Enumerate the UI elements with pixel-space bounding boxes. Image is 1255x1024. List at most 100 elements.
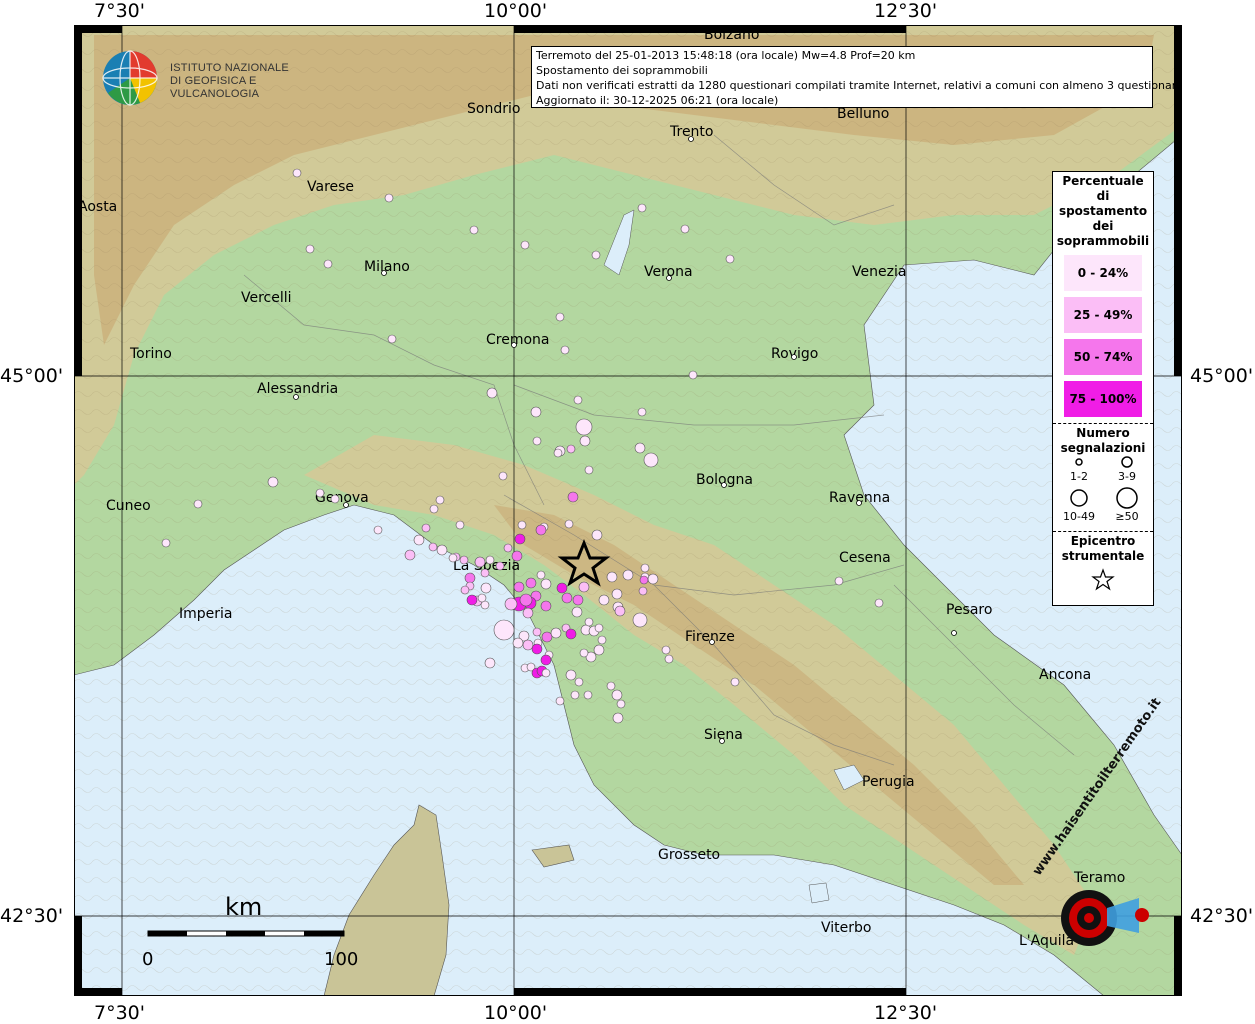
intensity-point [448,553,458,563]
intensity-point [567,491,579,503]
intensity-point [466,594,478,606]
intensity-point [469,225,479,235]
intensity-point [525,577,537,589]
logo-line2: DI GEOFISICA E VULCANOLOGIA [170,75,260,100]
lon-label-west-bottom: 7°30' [94,1002,145,1024]
intensity-point [584,617,594,627]
intensity-point [570,690,580,700]
city-belluno: Belluno [837,106,889,122]
intensity-point [495,561,505,571]
intensity-point [460,585,470,595]
info-line-event: Terremoto del 25-01-2013 15:48:18 (ora l… [536,49,916,62]
intensity-point [540,654,552,666]
intensity-point [571,606,583,618]
intensity-point [480,582,492,594]
intensity-point [579,435,591,447]
intensity-point [323,259,333,269]
intensity-point [606,571,618,583]
intensity-point [664,654,674,664]
legend-size-2: 3-9 [1118,470,1136,483]
intensity-point [725,254,735,264]
intensity-point [193,499,203,509]
city-venezia: Venezia [852,264,906,280]
intensity-point [477,593,487,603]
legend-class-0: 0 - 24% [1064,255,1142,291]
city-torino: Torino [129,346,172,362]
city-cesena: Cesena [839,550,891,566]
intensity-point [611,689,623,701]
intensity-point [161,538,171,548]
info-line-updated: Aggiornato il: 30-12-2025 06:21 (ora loc… [536,94,779,107]
intensity-point [555,312,565,322]
legend-size-symbols: 1-2 3-9 10-49 ≥50 [1063,456,1139,523]
city-milano: Milano [364,259,410,275]
intensity-point [532,436,542,446]
intensity-point [637,407,647,417]
intensity-point [643,452,659,468]
intensity-point [688,370,698,380]
intensity-point [611,588,623,600]
intensity-point [404,549,416,561]
intensity-point [598,594,610,606]
city-varese: Varese [307,179,354,195]
intensity-point [531,643,543,655]
intensity-point [616,699,626,709]
intensity-point [574,677,584,687]
intensity-point [512,637,524,649]
lon-label-east-top: 12°30' [874,0,938,22]
intensity-point [455,520,465,530]
city-pesaro: Pesaro [946,602,992,618]
intensity-point [436,544,448,556]
intensity-point [459,555,469,565]
city-grosseto: Grosseto [658,847,720,863]
intensity-point [484,657,496,669]
intensity-point [474,556,486,568]
intensity-point [565,669,577,681]
intensity-point [535,524,547,536]
intensity-point [530,406,542,418]
scale-unit: km [225,893,262,921]
intensity-point [305,244,315,254]
legend-star-icon [1091,568,1115,591]
intensity-point [522,639,534,651]
intensity-point [384,193,394,203]
intensity-point [330,494,340,504]
intensity-point [532,627,542,637]
intensity-point [493,619,515,641]
lon-label-center-bottom: 10°00' [484,1002,548,1024]
city-perugia: Perugia [862,774,915,790]
intensity-point [639,575,649,585]
intensity-point [637,203,647,213]
legend-class-1: 25 - 49% [1064,297,1142,333]
intensity-point [413,534,425,546]
intensity-point [541,631,553,643]
intensity-point [373,525,383,535]
intensity-point [540,600,552,612]
city-viterbo: Viterbo [821,920,871,936]
city-ancona: Ancona [1039,667,1091,683]
intensity-point [428,542,438,552]
lon-label-west-top: 7°30' [94,0,145,22]
lat-label-45-right: 45°00' [1190,365,1254,387]
intensity-point [640,563,650,573]
intensity-point [597,635,607,645]
intensity-point [572,594,584,606]
intensity-point [606,681,616,691]
city-cuneo: Cuneo [106,498,151,514]
intensity-point [522,607,534,619]
legend-title: Percentuale di spostamento dei soprammob… [1056,174,1150,248]
intensity-point [520,240,530,250]
legend-class-2: 50 - 74% [1064,339,1142,375]
legend-size-1: 1-2 [1070,470,1088,483]
intensity-point [511,550,523,562]
logo-line1: ISTITUTO NAZIONALE [170,62,289,74]
intensity-point [573,395,583,405]
intensity-point [550,627,562,639]
lon-label-east-bottom: 12°30' [874,1002,938,1024]
intensity-point [429,504,439,514]
intensity-point [591,250,601,260]
legend-panel: Percentuale di spostamento dei soprammob… [1052,171,1154,606]
lake-bolsena [808,882,830,904]
intensity-point [614,605,626,617]
intensity-point [874,598,884,608]
